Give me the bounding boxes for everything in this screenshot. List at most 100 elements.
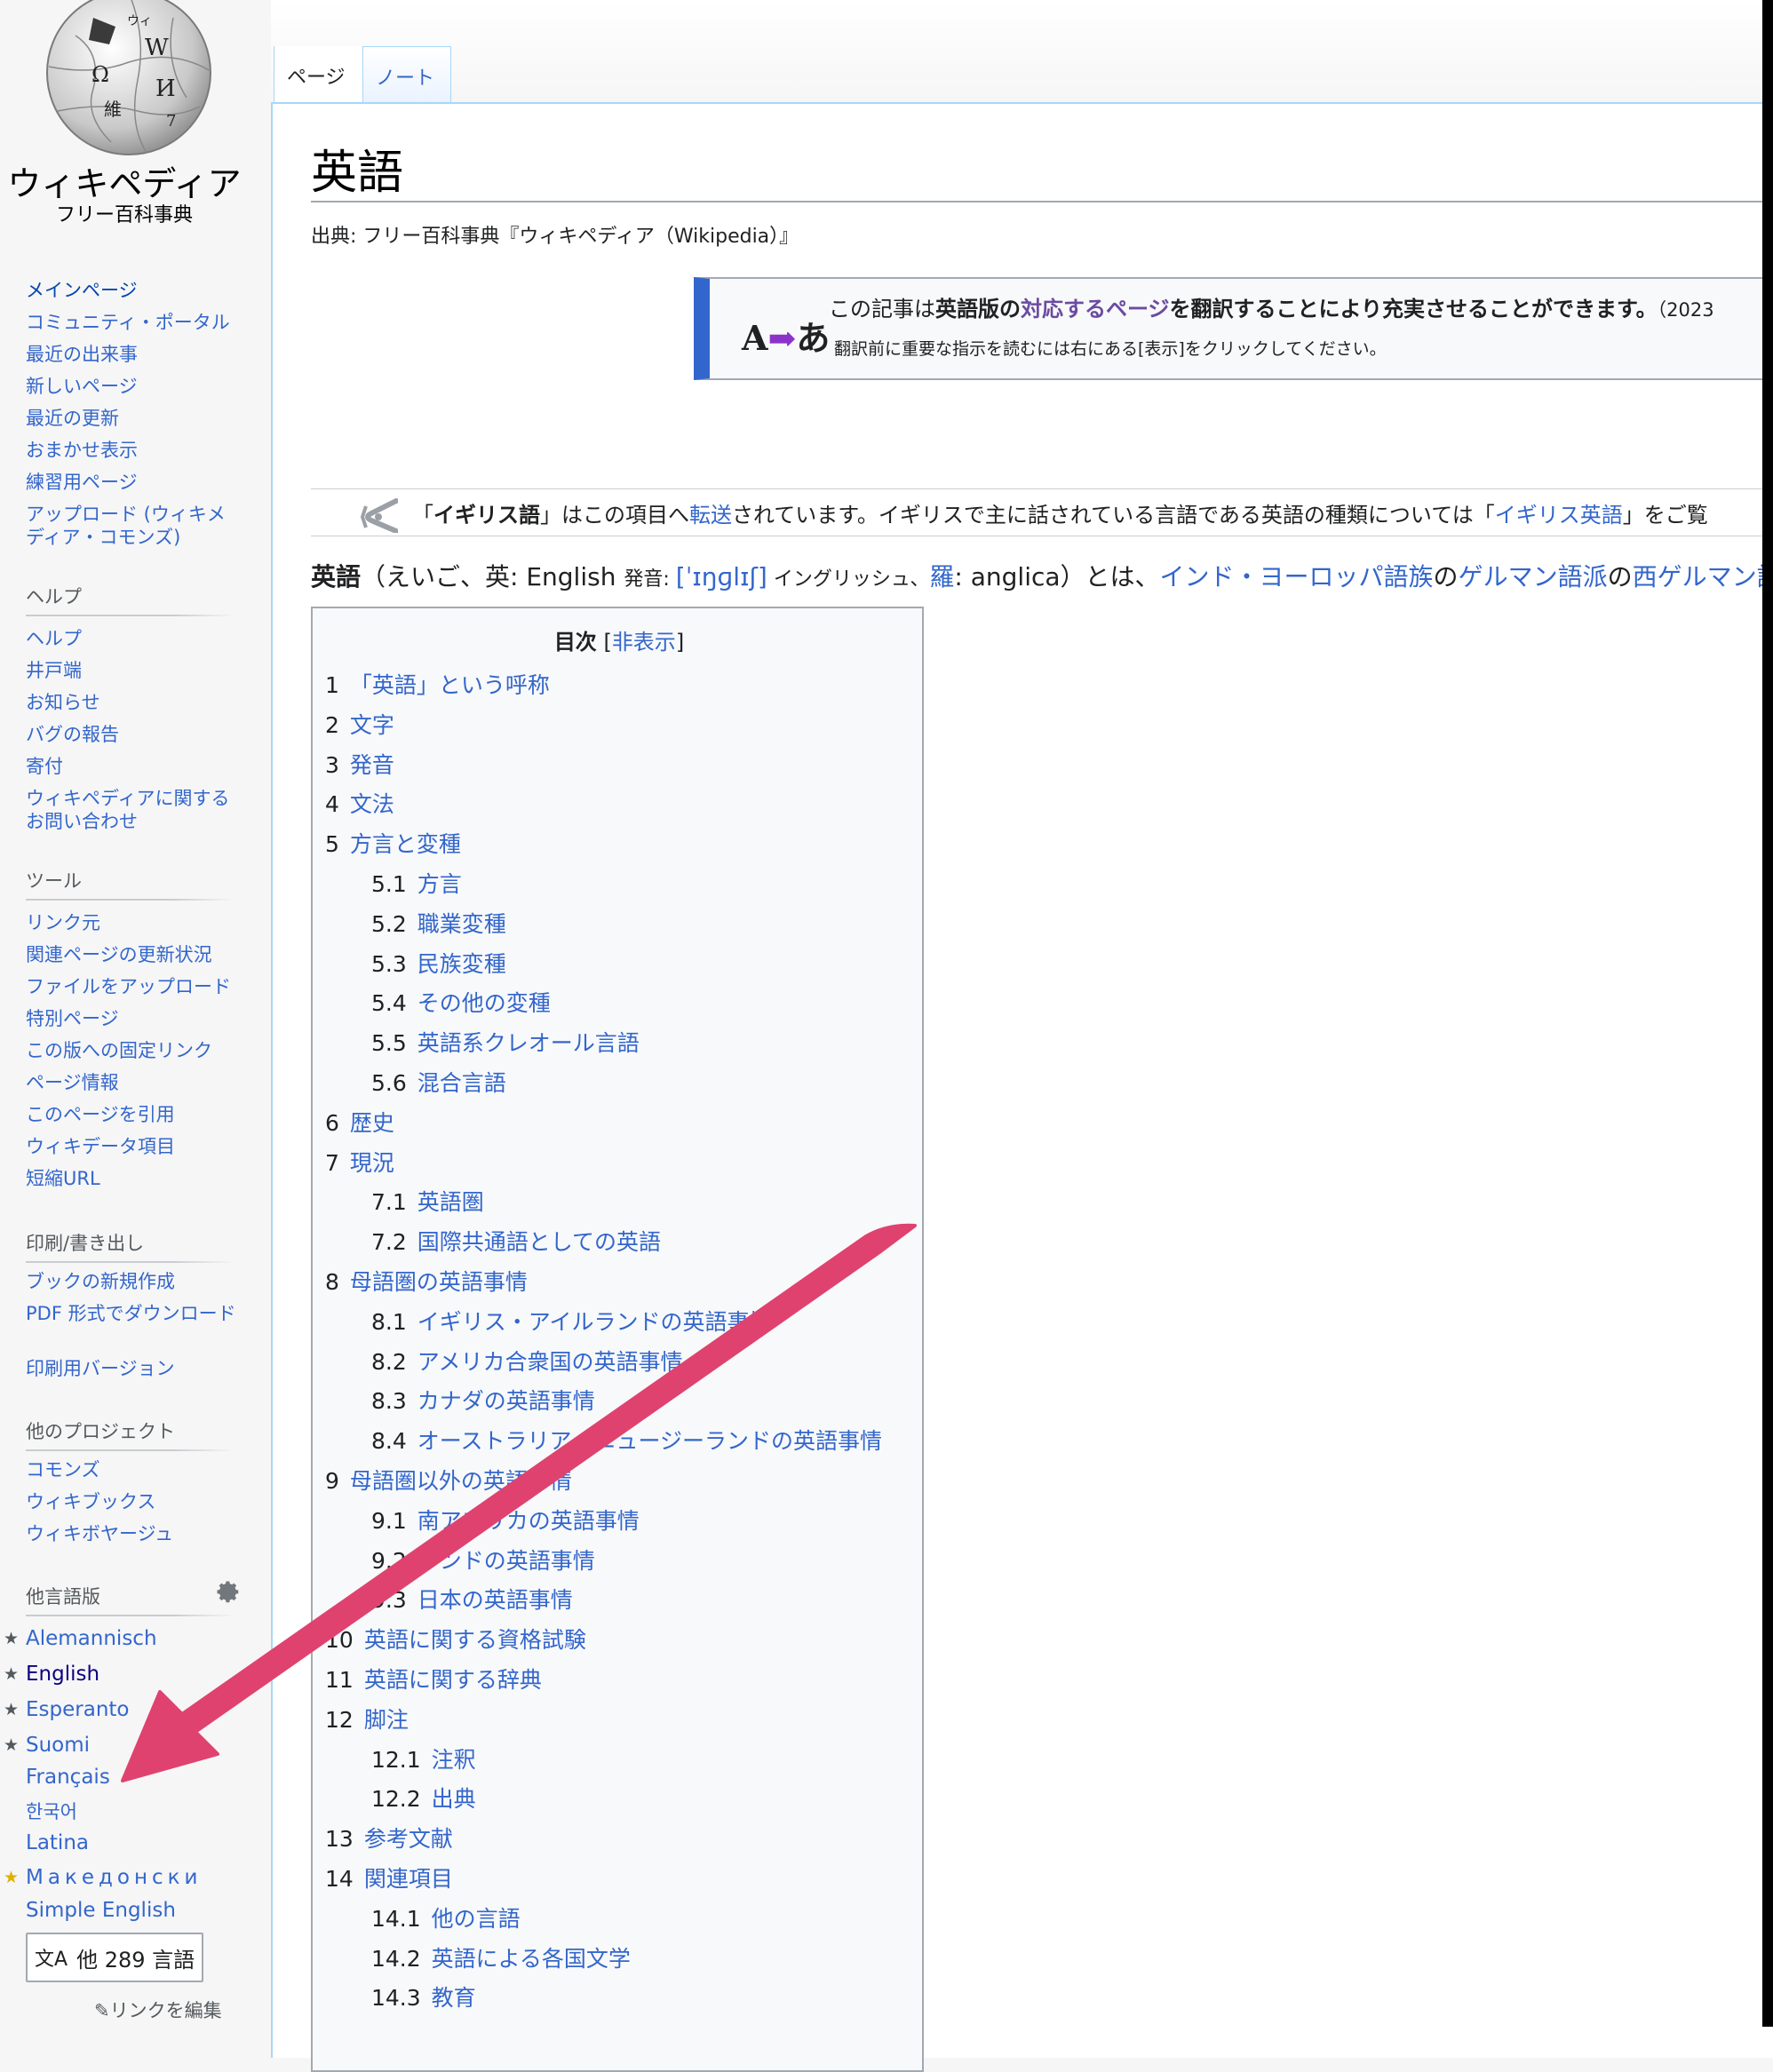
redirect-link[interactable]: 転送 bbox=[689, 503, 732, 528]
toc-item[interactable]: 6 歴史 bbox=[325, 1106, 394, 1138]
toc-link[interactable]: 「英語」という呼称 bbox=[350, 672, 550, 698]
toc-link[interactable]: 南アフリカの英語事情 bbox=[417, 1508, 640, 1534]
sidebar-item-special-pages[interactable]: 特別ページ bbox=[26, 1007, 248, 1030]
sidebar-item-create-book[interactable]: ブックの新規作成 bbox=[26, 1270, 248, 1293]
sidebar-item-short-url[interactable]: 短縮URL bbox=[26, 1167, 248, 1190]
sidebar-item-sandbox[interactable]: 練習用ページ bbox=[26, 471, 248, 494]
toc-link[interactable]: 国際共通語としての英語 bbox=[417, 1229, 661, 1255]
toc-item[interactable]: 9.1 南アフリカの英語事情 bbox=[371, 1504, 640, 1536]
tab-talk[interactable]: ノート bbox=[362, 46, 451, 102]
toc-item[interactable]: 5.2 職業変種 bbox=[371, 907, 506, 939]
wikipedia-logo[interactable]: W Ω И 維 ウィ 7 ウィキペディア フリー百科事典 bbox=[7, 0, 242, 240]
sidebar-item-contact[interactable]: ウィキペディアに関するお問い合わせ bbox=[26, 787, 243, 833]
edit-interlanguage-links[interactable]: ✎リンクを編集 bbox=[94, 1997, 222, 2023]
toc-link[interactable]: 方言と変種 bbox=[350, 831, 461, 857]
toc-link[interactable]: 他の言語 bbox=[432, 1906, 521, 1932]
sidebar-item-random[interactable]: おまかせ表示 bbox=[26, 439, 248, 462]
sidebar-item-recent-changes[interactable]: 最近の更新 bbox=[26, 407, 248, 430]
toc-item[interactable]: 8.3 カナダの英語事情 bbox=[371, 1384, 595, 1416]
lang-link-english[interactable]: English bbox=[26, 1663, 99, 1686]
toc-item[interactable]: 9.3 日本の英語事情 bbox=[371, 1583, 573, 1615]
toc-item[interactable]: 5.5 英語系クレオール言語 bbox=[371, 1026, 640, 1058]
sidebar-item-related-changes[interactable]: 関連ページの更新状況 bbox=[26, 943, 248, 966]
toc-item[interactable]: 14 関連項目 bbox=[325, 1862, 453, 1893]
sidebar-item-upload-file[interactable]: ファイルをアップロード bbox=[26, 975, 257, 998]
sidebar-item-village-pump[interactable]: 井戸端 bbox=[26, 659, 248, 682]
toc-link[interactable]: イギリス・アイルランドの英語事情 bbox=[417, 1309, 772, 1335]
toc-link[interactable]: 英語に関する資格試験 bbox=[364, 1627, 586, 1653]
sidebar-item-upload[interactable]: アップロード (ウィキメディア・コモンズ) bbox=[26, 503, 239, 549]
toc-link[interactable]: 参考文献 bbox=[364, 1826, 453, 1852]
toc-link[interactable]: 日本の英語事情 bbox=[417, 1587, 573, 1613]
lang-link-alemannisch[interactable]: Alemannisch bbox=[26, 1627, 157, 1650]
toc-item[interactable]: 7 現況 bbox=[325, 1146, 394, 1178]
toc-link[interactable]: 民族変種 bbox=[417, 951, 506, 977]
toc-item[interactable]: 14.3 教育 bbox=[371, 1981, 476, 2012]
sidebar-item-help[interactable]: ヘルプ bbox=[26, 627, 248, 650]
toc-item[interactable]: 4 文法 bbox=[325, 787, 394, 819]
lang-link-francais[interactable]: Français bbox=[26, 1766, 110, 1789]
sidebar-item-main-page[interactable]: メインページ bbox=[26, 279, 248, 302]
toc-link[interactable]: その他の変種 bbox=[417, 990, 551, 1016]
toc-link[interactable]: 母語圏以外の英語事情 bbox=[350, 1468, 572, 1494]
toc-link[interactable]: 関連項目 bbox=[364, 1866, 453, 1892]
toc-link[interactable]: カナダの英語事情 bbox=[417, 1388, 595, 1414]
toc-hide-toggle[interactable]: 非表示 bbox=[612, 630, 676, 655]
latin-link[interactable]: 羅 bbox=[929, 562, 954, 591]
toc-link[interactable]: 文法 bbox=[350, 791, 394, 817]
gear-icon[interactable] bbox=[215, 1578, 242, 1605]
lang-link-macedonian[interactable]: Македонски bbox=[26, 1866, 202, 1889]
toc-item[interactable]: 8.4 オーストラリア・ニュージーランドの英語事情 bbox=[371, 1424, 882, 1456]
toc-link[interactable]: アメリカ合衆国の英語事情 bbox=[417, 1349, 683, 1375]
toc-item[interactable]: 8.2 アメリカ合衆国の英語事情 bbox=[371, 1345, 683, 1377]
indo-european-link[interactable]: インド・ヨーロッパ語族 bbox=[1160, 562, 1434, 591]
sidebar-item-community-portal[interactable]: コミュニティ・ポータル bbox=[26, 311, 248, 334]
toc-link[interactable]: 英語による各国文学 bbox=[432, 1946, 631, 1972]
sidebar-item-current-events[interactable]: 最近の出来事 bbox=[26, 343, 248, 366]
toc-item[interactable]: 13 参考文献 bbox=[325, 1822, 453, 1854]
toc-link[interactable]: オーストラリア・ニュージーランドの英語事情 bbox=[417, 1428, 882, 1454]
lang-link-esperanto[interactable]: Esperanto bbox=[26, 1698, 129, 1721]
corresponding-page-link[interactable]: 対応するページ bbox=[1021, 297, 1170, 322]
lang-link-suomi[interactable]: Suomi bbox=[26, 1734, 90, 1757]
sidebar-item-donate[interactable]: 寄付 bbox=[26, 755, 248, 778]
toc-link[interactable]: 教育 bbox=[432, 1985, 476, 2011]
ipa-link[interactable]: [ˈɪŋɡlɪʃ] bbox=[676, 562, 767, 591]
toc-link[interactable]: 出典 bbox=[432, 1786, 476, 1812]
sidebar-item-wikibooks[interactable]: ウィキブックス bbox=[26, 1490, 248, 1513]
toc-link[interactable]: インドの英語事情 bbox=[417, 1548, 595, 1574]
toc-item[interactable]: 5 方言と変種 bbox=[325, 827, 461, 859]
toc-item[interactable]: 12 脚注 bbox=[325, 1703, 409, 1735]
toc-link[interactable]: 英語圏 bbox=[417, 1189, 484, 1215]
toc-link[interactable]: 方言 bbox=[417, 871, 462, 897]
toc-item[interactable]: 8 母語圏の英語事情 bbox=[325, 1265, 528, 1297]
sidebar-item-bug-report[interactable]: バグの報告 bbox=[26, 723, 248, 746]
toc-item[interactable]: 12.1 注釈 bbox=[371, 1743, 476, 1774]
toc-item[interactable]: 5.3 民族変種 bbox=[371, 947, 506, 979]
toc-item[interactable]: 5.1 方言 bbox=[371, 867, 462, 899]
toc-item[interactable]: 9 母語圏以外の英語事情 bbox=[325, 1464, 572, 1496]
toc-link[interactable]: 文字 bbox=[350, 712, 394, 738]
toc-item[interactable]: 12.2 出典 bbox=[371, 1782, 476, 1814]
sidebar-item-cite[interactable]: このページを引用 bbox=[26, 1103, 248, 1126]
lang-link-korean[interactable]: 한국어 bbox=[26, 1798, 77, 1824]
lang-link-simple-english[interactable]: Simple English bbox=[26, 1899, 176, 1922]
sidebar-item-wikidata[interactable]: ウィキデータ項目 bbox=[26, 1135, 248, 1158]
sidebar-item-page-info[interactable]: ページ情報 bbox=[26, 1071, 248, 1094]
toc-item[interactable]: 11 英語に関する辞典 bbox=[325, 1663, 542, 1695]
more-languages-button[interactable]: 文A 他 289 言語 bbox=[26, 1933, 203, 1982]
toc-link[interactable]: 英語に関する辞典 bbox=[364, 1667, 542, 1693]
toc-item[interactable]: 5.6 混合言語 bbox=[371, 1066, 506, 1098]
lang-link-latina[interactable]: Latina bbox=[26, 1831, 89, 1854]
sidebar-item-download-pdf[interactable]: PDF 形式でダウンロード bbox=[26, 1302, 239, 1325]
toc-item[interactable]: 7.2 国際共通語としての英語 bbox=[371, 1225, 661, 1257]
tab-page[interactable]: ページ bbox=[274, 46, 362, 102]
toc-item[interactable]: 14.2 英語による各国文学 bbox=[371, 1941, 631, 1973]
sidebar-item-wikivoyage[interactable]: ウィキボヤージュ bbox=[26, 1522, 248, 1545]
west-germanic-link[interactable]: 西ゲルマン語 bbox=[1633, 562, 1773, 591]
british-english-link[interactable]: イギリス英語 bbox=[1495, 503, 1623, 528]
sidebar-item-what-links-here[interactable]: リンク元 bbox=[26, 911, 248, 934]
sidebar-item-commons[interactable]: コモンズ bbox=[26, 1458, 248, 1481]
toc-item[interactable]: 1 「英語」という呼称 bbox=[325, 668, 550, 700]
sidebar-item-notices[interactable]: お知らせ bbox=[26, 691, 248, 714]
